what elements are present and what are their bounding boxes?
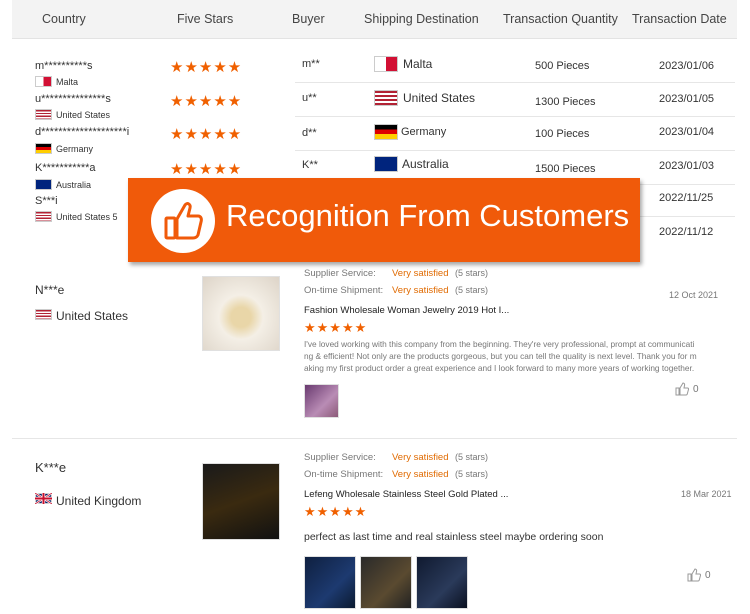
date-cell: 2022/11/12 bbox=[659, 226, 714, 238]
reviewer-name: K***e bbox=[35, 460, 67, 475]
review-date: 12 Oct 2021 bbox=[669, 290, 719, 300]
us-flag-icon bbox=[35, 211, 52, 222]
recognition-banner: Recognition From Customers bbox=[128, 178, 640, 262]
date-cell: 2023/01/03 bbox=[659, 160, 715, 172]
col-five-stars: Five Stars bbox=[177, 12, 234, 26]
supplier-service-label: Supplier Service: bbox=[304, 452, 376, 463]
us-flag-icon bbox=[35, 109, 52, 120]
buyer-name: u***************s bbox=[35, 93, 111, 105]
review-text-line: I've loved working with this company fro… bbox=[304, 339, 695, 349]
review-rating: ★★★★★ bbox=[304, 320, 368, 335]
product-link[interactable]: Lefeng Wholesale Stainless Steel Gold Pl… bbox=[304, 489, 508, 500]
buyer-name: d********************i bbox=[35, 126, 130, 138]
supplier-service-value: Very satisfied bbox=[392, 452, 449, 463]
review-photo[interactable] bbox=[304, 384, 339, 418]
quantity-cell: 1500 Pieces bbox=[535, 163, 596, 175]
buyer-cell: u** bbox=[302, 92, 317, 104]
five-star-rating: ★★★★★ bbox=[170, 161, 243, 178]
buyer-country: Germany bbox=[56, 144, 94, 154]
buyer-country: Malta bbox=[56, 77, 79, 87]
product-image[interactable] bbox=[202, 276, 280, 351]
supplier-service-stars: (5 stars) bbox=[455, 452, 489, 462]
buyer-country: United States 5 bbox=[56, 212, 118, 222]
reviewer-name: N***e bbox=[35, 283, 65, 297]
destination-cell: Australia bbox=[402, 157, 449, 171]
date-cell: 2023/01/05 bbox=[659, 93, 715, 105]
buyer-country: United States bbox=[56, 110, 111, 120]
buyer-cell: m** bbox=[302, 58, 320, 70]
quantity-cell: 500 Pieces bbox=[535, 60, 590, 72]
shipment-label: On-time Shipment: bbox=[304, 285, 384, 296]
reviewer-country: United States bbox=[56, 309, 129, 323]
review-photo[interactable] bbox=[304, 556, 356, 609]
date-cell: 2023/01/06 bbox=[659, 60, 715, 72]
five-star-rating: ★★★★★ bbox=[170, 59, 243, 76]
buyer-name: K***********a bbox=[35, 162, 96, 174]
supplier-service-value: Very satisfied bbox=[392, 268, 449, 279]
destination-cell: Malta bbox=[403, 57, 433, 71]
row-divider bbox=[295, 150, 735, 151]
review-date: 18 Mar 2021 bbox=[681, 489, 732, 499]
supplier-service-label: Supplier Service: bbox=[304, 268, 376, 279]
buyer-cell: d** bbox=[302, 127, 317, 139]
like-count: 0 bbox=[693, 384, 699, 395]
five-star-rating: ★★★★★ bbox=[170, 93, 243, 110]
germany-flag-icon bbox=[35, 143, 52, 154]
destination-cell: Germany bbox=[401, 126, 447, 138]
col-transaction-date: Transaction Date bbox=[632, 12, 727, 26]
product-image[interactable] bbox=[202, 463, 280, 540]
col-country: Country bbox=[42, 12, 86, 26]
thumbs-up-icon[interactable] bbox=[687, 568, 702, 585]
australia-flag-icon bbox=[35, 179, 52, 190]
uk-flag-icon bbox=[35, 493, 52, 504]
australia-flag-icon bbox=[374, 156, 398, 172]
shipment-value: Very satisfied bbox=[392, 285, 449, 296]
banner-title: Recognition From Customers bbox=[226, 198, 630, 233]
destination-cell: United States bbox=[403, 91, 476, 105]
date-cell: 2022/11/25 bbox=[659, 192, 714, 204]
review-text-line: aking my first product order a great exp… bbox=[304, 363, 695, 373]
shipment-value: Very satisfied bbox=[392, 469, 449, 480]
col-buyer: Buyer bbox=[292, 12, 325, 26]
five-star-rating: ★★★★★ bbox=[170, 126, 243, 143]
quantity-cell: 100 Pieces bbox=[535, 128, 590, 140]
row-divider bbox=[295, 82, 735, 83]
row-divider bbox=[295, 116, 735, 117]
shipment-label: On-time Shipment: bbox=[304, 469, 384, 480]
supplier-service-stars: (5 stars) bbox=[455, 268, 489, 278]
buyer-name: S***i bbox=[35, 195, 58, 207]
table-header: Country Five Stars Buyer Shipping Destin… bbox=[12, 0, 737, 39]
shipment-stars: (5 stars) bbox=[455, 469, 489, 479]
germany-flag-icon bbox=[374, 124, 398, 140]
buyer-country: Australia bbox=[56, 180, 92, 190]
buyer-name: m**********s bbox=[35, 60, 93, 72]
malta-flag-icon bbox=[374, 56, 398, 72]
malta-flag-icon bbox=[35, 76, 52, 87]
product-link[interactable]: Fashion Wholesale Woman Jewelry 2019 Hot… bbox=[304, 305, 509, 316]
shipment-stars: (5 stars) bbox=[455, 285, 489, 295]
review-photo[interactable] bbox=[360, 556, 412, 609]
buyer-cell: K** bbox=[302, 159, 318, 171]
review-text-line: ng & efficient! Not only are the product… bbox=[304, 351, 697, 361]
reviewer-country: United Kingdom bbox=[56, 494, 142, 508]
thumbs-up-icon[interactable] bbox=[675, 382, 690, 399]
review-text: perfect as last time and real stainless … bbox=[304, 531, 604, 543]
us-flag-icon bbox=[374, 90, 398, 106]
thumbs-up-icon bbox=[151, 189, 215, 253]
quantity-cell: 1300 Pieces bbox=[535, 96, 596, 108]
review-photo[interactable] bbox=[416, 556, 468, 609]
review-rating: ★★★★★ bbox=[304, 504, 368, 519]
us-flag-icon bbox=[35, 309, 52, 320]
col-shipping-destination: Shipping Destination bbox=[364, 12, 479, 26]
date-cell: 2023/01/04 bbox=[659, 126, 715, 138]
col-transaction-quantity: Transaction Quantity bbox=[503, 12, 618, 26]
review-divider bbox=[12, 438, 737, 439]
like-count: 0 bbox=[705, 570, 711, 581]
